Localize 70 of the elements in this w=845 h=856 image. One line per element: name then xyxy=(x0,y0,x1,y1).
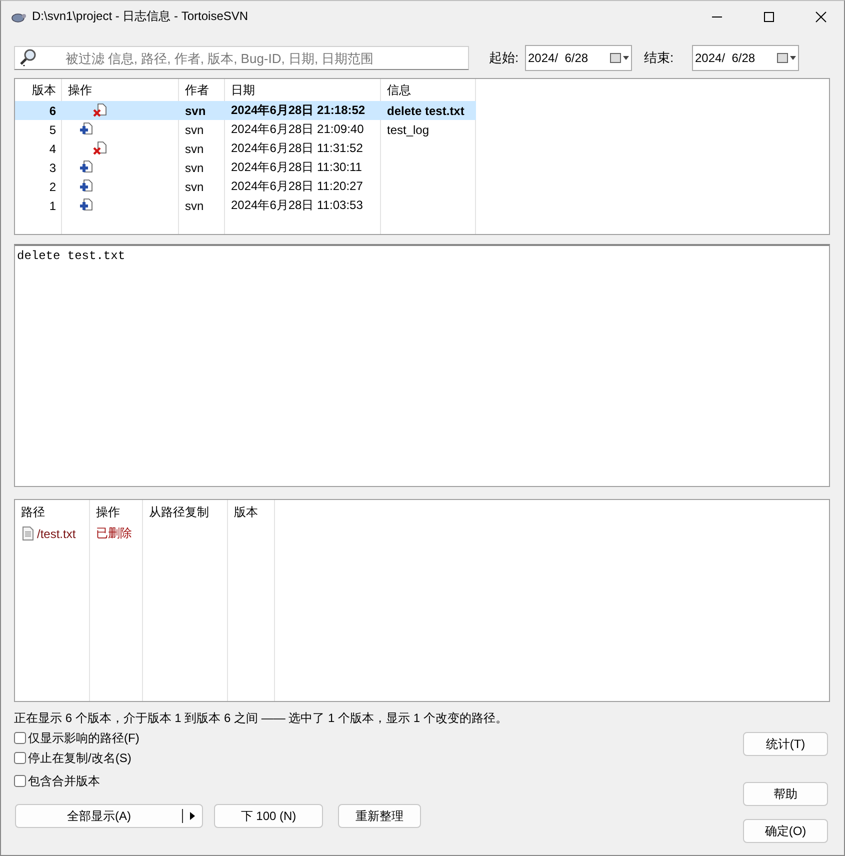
end-date-label: 结束: xyxy=(644,49,675,67)
status-text: 正在显示 6 个版本，介于版本 1 到版本 6 之间 —— 选中了 1 个版本，显示 1 个改变的路径。 xyxy=(14,710,508,727)
column-header[interactable]: 信息 xyxy=(381,82,476,98)
window-title: D:\svn1\project - 日志信息 - TortoiseSVN xyxy=(32,8,250,25)
maximize-icon[interactable] xyxy=(763,10,775,22)
column-header[interactable]: 操作 xyxy=(90,504,143,520)
column-header[interactable]: 路径 xyxy=(15,504,90,520)
file-icon xyxy=(22,526,34,541)
date-picker[interactable]: 2024/ 6/28 xyxy=(692,45,799,71)
message-cell-text: test_log xyxy=(386,122,430,136)
calendar-dropdown-icon xyxy=(609,52,631,64)
log-row[interactable]: 6 svn 2024年6月28日 21:18:52 delete test.txt xyxy=(15,101,476,120)
revision-number: 4 xyxy=(48,142,57,156)
author-cell-text: svn xyxy=(184,122,205,136)
date-picker[interactable]: 2024/ 6/28 xyxy=(525,45,632,71)
log-row[interactable]: 1 svn 2024年6月28日 11:03:53 xyxy=(15,196,476,215)
show-all-button[interactable]: 全部显示(A) xyxy=(15,804,203,828)
date-cell-text: 2024年6月28日 11:20:27 xyxy=(230,178,364,195)
column-header[interactable]: 版本 xyxy=(15,82,62,98)
log-message-box[interactable]: delete test.txt xyxy=(14,244,830,487)
start-date-label: 起始: xyxy=(489,49,520,67)
author-cell-text: svn xyxy=(184,198,205,212)
option-checkbox[interactable] xyxy=(14,775,26,787)
author-cell-text: svn xyxy=(184,180,205,194)
filter-field[interactable]: 被过滤 信息, 路径, 作者, 版本, Bug-ID, 日期, 日期范围 xyxy=(14,46,469,70)
date-cell-text: 2024年6月28日 11:30:11 xyxy=(230,159,363,176)
date-cell-text: 2024年6月28日 11:31:52 xyxy=(230,140,364,157)
revision-number: 1 xyxy=(48,198,57,212)
column-header[interactable]: 作者 xyxy=(179,82,225,98)
file-add-icon xyxy=(79,198,93,213)
date-cell-text: 2024年6月28日 21:18:52 xyxy=(230,102,366,119)
log-row[interactable]: 5 svn 2024年6月28日 21:09:40 test_log xyxy=(15,120,476,139)
date-cell-text: 2024年6月28日 11:03:53 xyxy=(230,197,364,214)
option-checkbox[interactable] xyxy=(14,752,26,764)
close-icon[interactable] xyxy=(815,10,827,22)
author-cell-text: svn xyxy=(184,160,205,174)
dialog-button[interactable]: 统计(T) xyxy=(743,732,828,756)
revision-number: 5 xyxy=(48,122,57,136)
revision-number: 3 xyxy=(48,160,57,174)
option-label: 包含合并版本 xyxy=(28,772,100,790)
message-cell-text: delete test.txt xyxy=(386,104,466,118)
file-delete-icon xyxy=(93,141,107,156)
column-header[interactable]: 版本 xyxy=(228,504,275,520)
dialog-button[interactable]: 确定(O) xyxy=(743,819,828,843)
revision-number: 6 xyxy=(48,104,57,118)
toolbar-button[interactable]: 下 100 (N) xyxy=(214,804,323,828)
log-row[interactable]: 3 svn 2024年6月28日 11:30:11 xyxy=(15,158,476,177)
action-cell-text: 已删除 xyxy=(95,525,133,542)
path-cell: /test.txt xyxy=(37,526,76,540)
file-add-icon xyxy=(79,122,93,137)
author-cell-text: svn xyxy=(184,142,205,156)
log-row[interactable]: 4 svn 2024年6月28日 11:31:52 xyxy=(15,139,476,158)
dialog-button[interactable]: 帮助 xyxy=(743,782,828,806)
column-header[interactable]: 操作 xyxy=(62,82,179,98)
turtle-icon xyxy=(10,10,26,22)
option-checkbox[interactable] xyxy=(14,732,26,744)
toolbar-button[interactable]: 重新整理 xyxy=(338,804,421,828)
file-delete-icon xyxy=(93,103,107,118)
file-add-icon xyxy=(79,160,93,175)
column-header[interactable]: 从路径复制 xyxy=(143,504,228,520)
arrow-right-icon xyxy=(190,812,195,820)
log-row[interactable]: 2 svn 2024年6月28日 11:20:27 xyxy=(15,177,476,196)
option-label: 停止在复制/改名(S) xyxy=(28,750,132,766)
calendar-dropdown-icon xyxy=(776,52,798,64)
author-cell-text: svn xyxy=(184,104,207,118)
option-label: 仅显示影响的路径(F) xyxy=(28,730,140,746)
file-add-icon xyxy=(79,179,93,194)
date-cell-text: 2024年6月28日 21:09:40 xyxy=(230,121,365,138)
column-header[interactable]: 日期 xyxy=(225,82,381,98)
revision-number: 2 xyxy=(48,180,57,194)
